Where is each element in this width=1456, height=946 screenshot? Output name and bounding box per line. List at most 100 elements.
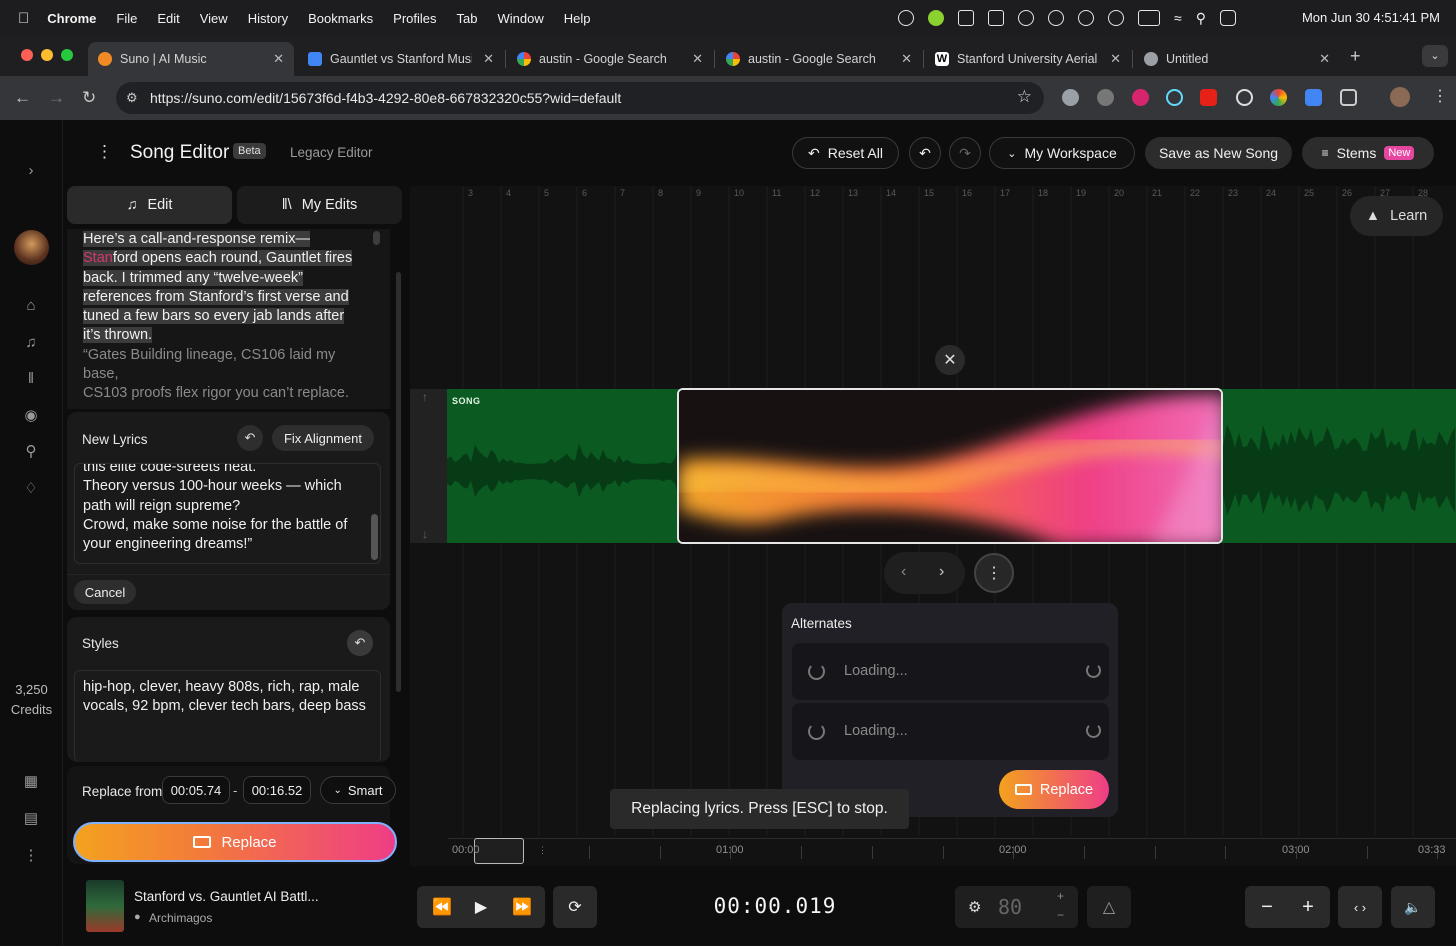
replace-button[interactable]: Replace xyxy=(73,822,397,862)
apple-icon[interactable]:  xyxy=(18,10,29,27)
alternate-replace-button[interactable]: Replace xyxy=(999,770,1109,809)
redo-button[interactable]: ↷ xyxy=(949,137,981,169)
replace-to-time-input[interactable]: 00:16.52 xyxy=(243,776,311,804)
tab-google-search-1[interactable]: austin - Google Search ✕ xyxy=(507,42,713,76)
status-play-icon[interactable] xyxy=(1108,10,1125,26)
credits-display[interactable]: 3,250 Credits xyxy=(0,680,63,720)
close-tab-icon[interactable]: ✕ xyxy=(1319,51,1330,67)
close-window-button[interactable] xyxy=(21,49,33,61)
mode-dropdown[interactable]: ⌄ Smart xyxy=(320,776,396,804)
close-tab-icon[interactable]: ✕ xyxy=(273,51,284,67)
menu-file[interactable]: File xyxy=(116,11,137,26)
song-cover-art[interactable] xyxy=(86,880,124,932)
extension-m-icon[interactable] xyxy=(1132,89,1149,106)
bpm-decrement-icon[interactable]: − xyxy=(1057,908,1064,922)
tab-untitled[interactable]: Untitled ✕ xyxy=(1134,42,1340,76)
new-lyrics-textarea[interactable]: this elite code-streets heat. Theory ver… xyxy=(74,463,381,564)
styles-textarea[interactable]: hip-hop, clever, heavy 808s, rich, rap, … xyxy=(74,670,381,762)
user-avatar[interactable] xyxy=(14,230,49,265)
tab-search-chevron-icon[interactable]: ⌄ xyxy=(1422,45,1448,67)
play-icon[interactable]: ▶ xyxy=(466,897,496,917)
alternate-item[interactable]: Loading... xyxy=(792,643,1109,700)
overview-ruler[interactable]: ⋮ 00:00 01:00 02:00 03:00 03:33 xyxy=(448,838,1456,864)
menu-history[interactable]: History xyxy=(248,11,288,26)
legacy-editor-link[interactable]: Legacy Editor xyxy=(290,145,373,160)
library-icon[interactable]: ‖ xyxy=(22,370,40,388)
status-shield-icon[interactable] xyxy=(988,10,1005,26)
fix-alignment-button[interactable]: Fix Alignment xyxy=(272,425,374,451)
original-lyrics-box[interactable]: Here’s a call-and-response remix— Stanfo… xyxy=(67,229,390,409)
viewport-window[interactable] xyxy=(474,838,524,864)
menu-bookmarks[interactable]: Bookmarks xyxy=(308,11,373,26)
move-up-arrow-icon[interactable]: ↑ xyxy=(422,390,428,404)
menu-tab[interactable]: Tab xyxy=(457,11,478,26)
lyrics-scrollbar[interactable] xyxy=(373,231,380,245)
learn-button[interactable]: ▲ Learn xyxy=(1350,196,1443,236)
status-spy-icon[interactable] xyxy=(958,10,975,26)
cancel-button[interactable]: Cancel xyxy=(74,580,136,604)
editor-menu-icon[interactable]: ⋮ xyxy=(96,142,113,162)
record-extension-icon[interactable] xyxy=(1236,89,1253,106)
move-down-arrow-icon[interactable]: ↓ xyxy=(422,527,428,541)
track-handle[interactable]: ↑ ↓ xyxy=(410,389,447,543)
site-settings-icon[interactable]: ⚙ xyxy=(126,90,138,106)
tab-gauntlet-doc[interactable]: Gauntlet vs Stanford Music ✕ xyxy=(298,42,504,76)
close-tab-icon[interactable]: ✕ xyxy=(692,51,703,67)
reset-all-button[interactable]: ↶ Reset All xyxy=(792,137,899,169)
status-gear-icon[interactable] xyxy=(1018,10,1035,26)
address-bar[interactable]: ⚙ https://suno.com/edit/15673f6d-f4b3-42… xyxy=(116,82,1044,114)
close-tab-icon[interactable]: ✕ xyxy=(483,51,494,67)
profile-avatar[interactable] xyxy=(1390,87,1410,107)
gear-icon[interactable]: ⚙ xyxy=(968,898,981,916)
save-as-new-song-button[interactable]: Save as New Song xyxy=(1145,137,1292,169)
url-text[interactable]: https://suno.com/edit/15673f6d-f4b3-4292… xyxy=(150,90,621,106)
fit-width-button[interactable]: ‹ › xyxy=(1338,886,1382,928)
alternate-item[interactable]: Loading... xyxy=(792,703,1109,760)
menu-help[interactable]: Help xyxy=(564,11,591,26)
close-selection-button[interactable]: ✕ xyxy=(935,345,965,375)
stems-button[interactable]: ≡ Stems New xyxy=(1302,137,1434,169)
document-icon[interactable]: ▤ xyxy=(22,810,40,828)
menu-window[interactable]: Window xyxy=(498,11,544,26)
status-circle-icon[interactable] xyxy=(1078,10,1095,26)
color-picker-extension-icon[interactable] xyxy=(1270,89,1287,106)
zoom-window-button[interactable] xyxy=(61,49,73,61)
adblock-plus-icon[interactable] xyxy=(1062,89,1079,106)
notifications-bell-icon[interactable]: ♢ xyxy=(22,480,40,498)
menu-view[interactable]: View xyxy=(200,11,228,26)
drag-handle-icon[interactable]: ⋮ xyxy=(538,845,547,856)
more-options-button[interactable]: ⋮ xyxy=(974,553,1014,593)
status-green-dot-icon[interactable] xyxy=(928,10,945,26)
replace-from-time-input[interactable]: 00:05.74 xyxy=(162,776,230,804)
bpm-value[interactable]: 80 xyxy=(998,895,1022,919)
tab-my-edits[interactable]: ‖\ My Edits xyxy=(237,186,402,224)
bookmark-star-icon[interactable]: ☆ xyxy=(1017,87,1032,107)
extensions-puzzle-icon[interactable] xyxy=(1340,89,1357,106)
tab-suno[interactable]: Suno | AI Music ✕ xyxy=(88,42,294,76)
gift-icon[interactable]: ▦ xyxy=(22,773,40,791)
battery-icon[interactable] xyxy=(1138,10,1161,26)
youtube-extension-icon[interactable] xyxy=(1200,89,1217,106)
create-music-icon[interactable]: ♫ xyxy=(22,334,40,352)
zoom-out-icon[interactable]: − xyxy=(1255,896,1279,919)
home-icon[interactable]: ⌂ xyxy=(22,297,40,315)
forward-arrow-icon[interactable]: → xyxy=(48,88,65,108)
menu-edit[interactable]: Edit xyxy=(157,11,179,26)
react-devtools-icon[interactable] xyxy=(1166,89,1183,106)
previous-chevron-icon[interactable]: ‹ xyxy=(901,563,906,581)
undo-button[interactable]: ↶ xyxy=(909,137,941,169)
undo-lyrics-button[interactable]: ↶ xyxy=(237,425,263,451)
status-alert-icon[interactable] xyxy=(1048,10,1065,26)
new-lyrics-scrollbar[interactable] xyxy=(371,514,378,560)
volume-button[interactable]: 🔈 xyxy=(1391,886,1435,928)
search-icon[interactable]: ⚲ xyxy=(22,443,40,461)
reload-icon[interactable]: ↻ xyxy=(82,88,96,108)
workspace-dropdown[interactable]: ⌄ My Workspace xyxy=(989,137,1135,169)
wifi-icon[interactable]: ≈ xyxy=(1174,10,1182,26)
more-vertical-icon[interactable]: ⋮ xyxy=(22,847,40,865)
bpm-increment-icon[interactable]: + xyxy=(1057,889,1064,903)
new-tab-button[interactable]: + xyxy=(1350,46,1361,67)
explore-compass-icon[interactable]: ◉ xyxy=(22,407,40,425)
tab-edit[interactable]: ♫ Edit xyxy=(67,186,232,224)
reset-styles-button[interactable]: ↶ xyxy=(347,630,373,656)
